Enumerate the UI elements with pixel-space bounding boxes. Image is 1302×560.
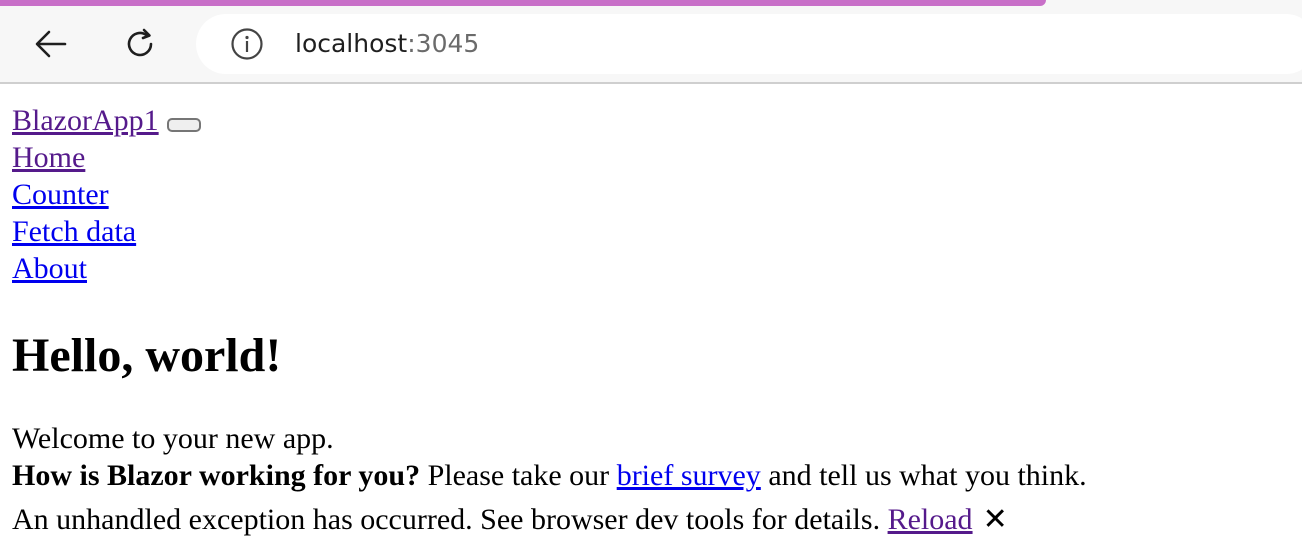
survey-question: How is Blazor working for you?: [12, 459, 421, 492]
nav-item-about: About: [12, 250, 1292, 287]
nav-link-fetch-data[interactable]: Fetch data: [12, 215, 136, 248]
survey-link[interactable]: brief survey: [617, 459, 761, 492]
reload-link[interactable]: Reload: [888, 503, 973, 536]
nav-item-fetch-data: Fetch data: [12, 213, 1292, 250]
survey-text-before: Please take our: [420, 459, 617, 492]
address-bar[interactable]: localhost:3045: [196, 14, 1302, 74]
url-port: :3045: [407, 29, 480, 58]
nav-item-counter: Counter: [12, 176, 1292, 213]
nav-link-home[interactable]: Home: [12, 141, 85, 174]
navbar-brand-row: BlazorApp1: [12, 102, 1292, 139]
navbar-brand-link[interactable]: BlazorApp1: [12, 104, 159, 137]
url-host: localhost: [295, 29, 408, 58]
nav-link-about[interactable]: About: [12, 252, 87, 285]
survey-text-after: and tell us what you think.: [760, 459, 1087, 492]
navbar-toggler-button[interactable]: [166, 118, 201, 133]
arrow-left-icon: [35, 30, 67, 58]
url-text[interactable]: localhost:3045: [295, 27, 479, 61]
blazor-error-ui: An unhandled exception has occurred. See…: [12, 501, 1008, 538]
active-tab-indicator: [0, 0, 1046, 6]
info-icon[interactable]: [230, 27, 264, 61]
survey-prompt: How is Blazor working for you? Please ta…: [12, 457, 1087, 494]
page-content: BlazorApp1 Home Counter Fetch data About…: [12, 102, 1292, 537]
back-button[interactable]: [31, 24, 71, 64]
reload-icon: [127, 28, 153, 57]
reload-button[interactable]: [120, 24, 160, 64]
error-message: An unhandled exception has occurred. See…: [12, 503, 888, 536]
page-title: Hello, world!: [12, 329, 282, 382]
nav-link-counter[interactable]: Counter: [12, 178, 109, 211]
close-icon[interactable]: ✕: [983, 501, 1008, 538]
nav-item-home: Home: [12, 139, 1292, 176]
browser-toolbar: localhost:3045: [0, 0, 1302, 84]
welcome-text: Welcome to your new app.: [12, 422, 334, 455]
